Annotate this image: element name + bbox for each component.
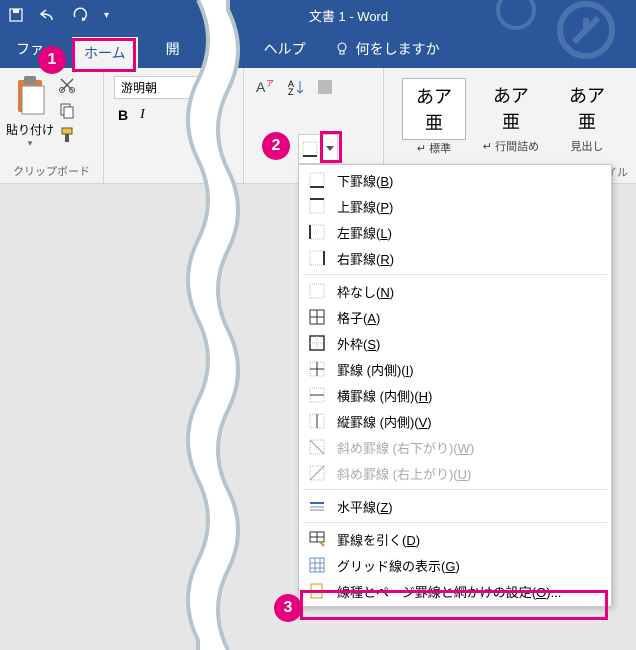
menu-item-label: 横罫線 (内側)(H) [337,386,432,405]
menu-item-border-right[interactable]: 右罫線(R) [299,245,611,271]
copy-icon[interactable] [58,101,76,122]
menu-item-label: 外枠(S) [337,334,380,353]
menu-item-label: 縦罫線 (内側)(V) [337,412,432,431]
menu-item-label: 斜め罫線 (右下がり)(W) [337,438,474,457]
border-right-icon [307,249,327,267]
border-inside-h-icon [307,386,327,404]
clipboard-icon [12,74,48,118]
menu-item-label: 罫線を引く(D) [337,530,420,549]
border-bottom-icon [302,141,318,157]
borders-menu: 下罫線(B) 上罫線(P) 左罫線(L) 右罫線(R) 枠なし(N) 格子(A) 外枠(S)… [298,164,612,607]
border-diag-down-icon [307,438,327,456]
menu-item-border-none[interactable]: 枠なし(N) [299,278,611,304]
border-top-icon [307,197,327,215]
menu-item-label: 左罫線(L) [337,223,392,242]
borders-shading-icon [307,582,327,600]
menu-item-label: 線種とページ罫線と網かけの設定(O)... [337,582,561,601]
menu-item-gridlines[interactable]: グリッド線の表示(G) [299,552,611,578]
redo-icon[interactable] [72,7,90,23]
menu-item-border-outside[interactable]: 外枠(S) [299,330,611,356]
menu-item-label: 上罫線(P) [337,197,393,216]
cut-icon[interactable] [58,76,76,97]
style-heading[interactable]: あア亜 見出し [556,78,618,156]
style-normal[interactable]: あア亜 ↵ 標準 [402,78,466,156]
tab-home[interactable]: ホーム [72,37,138,69]
menu-item-border-all[interactable]: 格子(A) [299,304,611,330]
menu-item-label: 右罫線(R) [337,249,394,268]
gridlines-icon [307,556,327,574]
menu-item-draw-table[interactable]: 罫線を引く(D) [299,526,611,552]
svg-text:ア: ア [266,79,274,88]
border-outside-icon [307,334,327,352]
paste-button[interactable]: 貼り付け ▾ [6,72,54,149]
tab-insert[interactable]: 開 [166,39,180,59]
chevron-down-icon[interactable] [322,134,338,164]
format-painter-icon[interactable] [58,126,76,147]
undo-icon[interactable] [38,7,58,23]
border-all-icon [307,308,327,326]
border-diag-up-icon [307,464,327,482]
menu-item-label: 罫線 (内側)(I) [337,360,414,379]
clipboard-group-label: クリップボード [6,163,97,181]
menu-item-label: 枠なし(N) [337,282,394,301]
border-none-icon [307,282,327,300]
menu-item-border-inside[interactable]: 罫線 (内側)(I) [299,356,611,382]
callout-1: 1 [38,46,66,74]
menu-item-border-diag-up: 斜め罫線 (右上がり)(U) [299,460,611,486]
callout-2: 2 [262,132,290,160]
draw-table-icon [307,530,327,548]
svg-text:A: A [256,79,266,95]
menu-item-label: 水平線(Z) [337,497,393,516]
sort-icon[interactable]: AZ [288,78,306,99]
menu-item-label: 下罫線(B) [337,171,393,190]
menu-item-label: 格子(A) [337,308,380,327]
menu-item-border-top[interactable]: 上罫線(P) [299,193,611,219]
phonetic-guide-icon[interactable]: Aア [256,78,278,99]
font-name-selector[interactable]: 游明朝 [114,76,198,99]
save-icon[interactable] [8,7,24,23]
style-no-spacing[interactable]: あア亜 ↵ 行間詰め [480,78,542,156]
border-inside-v-icon [307,412,327,430]
menu-item-label: 斜め罫線 (右上がり)(U) [337,464,471,483]
menu-item-border-bottom[interactable]: 下罫線(B) [299,167,611,193]
menu-item-border-inside-v[interactable]: 縦罫線 (内側)(V) [299,408,611,434]
tab-view[interactable]: 表示 [208,39,236,59]
hr-icon [307,497,327,515]
menu-item-hr[interactable]: 水平線(Z) [299,493,611,519]
menu-item-border-inside-h[interactable]: 横罫線 (内側)(H) [299,382,611,408]
borders-split-button[interactable] [298,134,338,162]
menu-item-border-left[interactable]: 左罫線(L) [299,219,611,245]
menu-item-border-diag-down: 斜め罫線 (右下がり)(W) [299,434,611,460]
menu-item-label: グリッド線の表示(G) [337,556,460,575]
lightbulb-icon [334,41,350,57]
menu-item-borders-shading[interactable]: 線種とページ罫線と網かけの設定(O)... [299,578,611,604]
svg-text:Z: Z [288,87,294,96]
border-left-icon [307,223,327,241]
bold-button[interactable]: B [118,107,128,123]
callout-3: 3 [274,594,302,622]
shading-icon[interactable] [316,78,334,99]
border-inside-icon [307,360,327,378]
italic-button[interactable]: I [140,107,145,123]
tell-me[interactable]: 何をしますか [334,39,440,59]
border-bottom-icon [307,171,327,189]
tab-help[interactable]: ヘルプ [264,39,306,59]
